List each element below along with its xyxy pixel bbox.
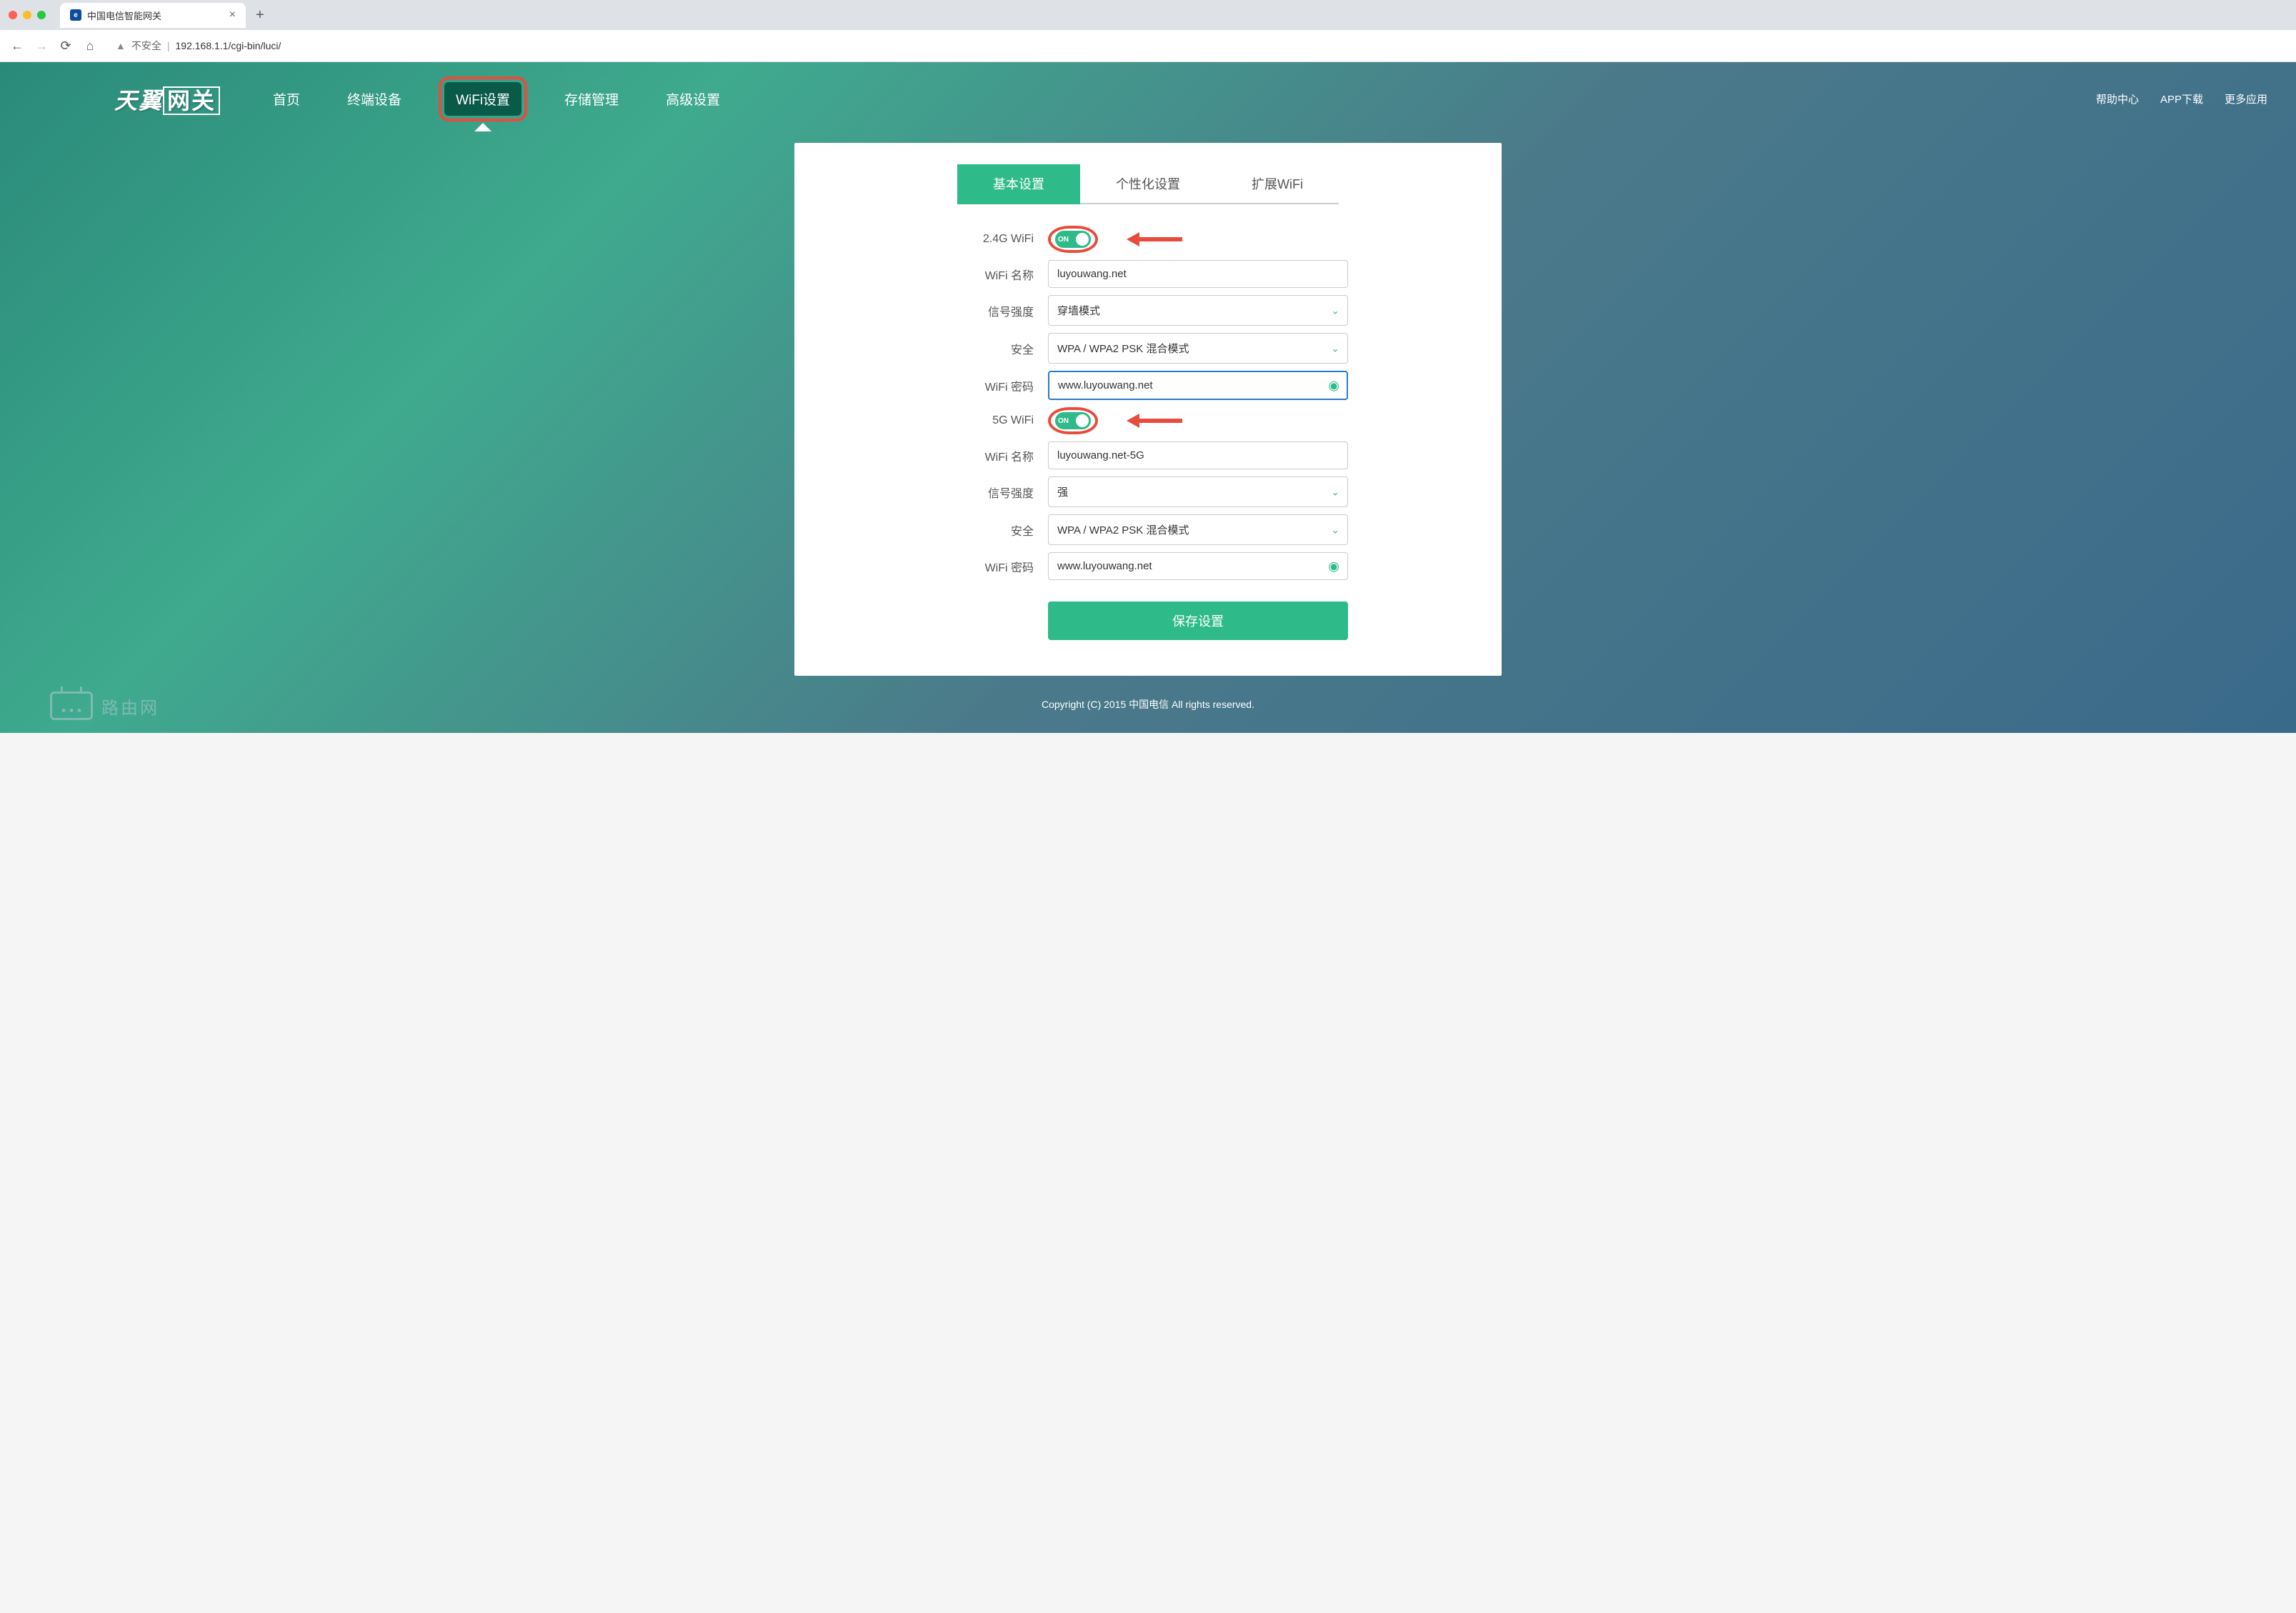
- insecure-label: 不安全: [131, 39, 161, 53]
- select-24g-signal[interactable]: 穿墙模式: [1048, 295, 1348, 326]
- label-5g: 5G WiFi: [948, 414, 1034, 427]
- annotation-arrow-24g: [1127, 232, 1182, 246]
- browser-toolbar: ← → ⟳ ⌂ ▲ 不安全 | 192.168.1.1/cgi-bin/luci…: [0, 30, 2296, 61]
- address-bar[interactable]: ▲ 不安全 | 192.168.1.1/cgi-bin/luci/: [107, 34, 289, 57]
- wifi-form: 2.4G WiFi ON WiFi 名称: [823, 226, 1473, 640]
- main-nav: 首页 终端设备 WiFi设置 存储管理 高级设置: [263, 76, 730, 121]
- select-5g-signal[interactable]: 强: [1048, 476, 1348, 507]
- nav-wifi-highlight: WiFi设置: [439, 76, 527, 121]
- app-download-link[interactable]: APP下载: [2160, 91, 2203, 106]
- toggle-5g[interactable]: ON: [1055, 412, 1091, 429]
- router-icon: [50, 691, 93, 720]
- close-window-button[interactable]: [9, 11, 17, 19]
- row-24g-toggle: 2.4G WiFi ON: [948, 226, 1348, 253]
- watermark-text: 路由网: [101, 694, 159, 719]
- row-5g-toggle: 5G WiFi ON: [948, 407, 1348, 434]
- toggle-24g[interactable]: ON: [1055, 231, 1091, 248]
- back-button[interactable]: ←: [10, 39, 24, 54]
- favicon-icon: e: [70, 9, 81, 21]
- sub-tabs: 基本设置 个性化设置 扩展WiFi: [823, 164, 1473, 204]
- insecure-icon: ▲: [116, 40, 126, 51]
- url-text: 192.168.1.1/cgi-bin/luci/: [176, 40, 281, 51]
- forward-button[interactable]: →: [34, 39, 49, 54]
- nav-wifi[interactable]: WiFi设置: [444, 82, 521, 116]
- tab-extend[interactable]: 扩展WiFi: [1216, 164, 1339, 204]
- tab-basic[interactable]: 基本设置: [957, 164, 1080, 204]
- tab-bar: e 中国电信智能网关 × +: [0, 0, 2296, 30]
- toggle-knob-icon: [1076, 414, 1089, 427]
- tab-personalize[interactable]: 个性化设置: [1080, 164, 1216, 204]
- watermark: 路由网: [50, 691, 159, 720]
- row-5g-password: WiFi 密码 ◉: [948, 552, 1348, 580]
- save-button[interactable]: 保存设置: [1048, 601, 1348, 640]
- row-24g-name: WiFi 名称: [948, 260, 1348, 288]
- home-button[interactable]: ⌂: [83, 39, 97, 54]
- nav-devices[interactable]: 终端设备: [337, 82, 411, 116]
- help-link[interactable]: 帮助中心: [2096, 91, 2139, 106]
- minimize-window-button[interactable]: [23, 11, 31, 19]
- nav-storage[interactable]: 存储管理: [554, 82, 629, 116]
- row-24g-signal: 信号强度 穿墙模式 ⌄: [948, 295, 1348, 326]
- right-nav: 帮助中心 APP下载 更多应用: [2096, 91, 2267, 106]
- tab-title: 中国电信智能网关: [87, 9, 224, 22]
- annotation-arrow-5g: [1127, 414, 1182, 428]
- row-5g-security: 安全 WPA / WPA2 PSK 混合模式 ⌄: [948, 514, 1348, 545]
- new-tab-button[interactable]: +: [256, 7, 264, 24]
- input-24g-name[interactable]: [1048, 260, 1348, 288]
- content-panel: 基本设置 个性化设置 扩展WiFi 2.4G WiFi ON: [794, 143, 1502, 676]
- select-24g-security[interactable]: WPA / WPA2 PSK 混合模式: [1048, 333, 1348, 364]
- reload-button[interactable]: ⟳: [59, 39, 73, 54]
- browser-tab[interactable]: e 中国电信智能网关 ×: [60, 3, 246, 28]
- logo: 天翼网关: [114, 83, 220, 116]
- input-24g-password[interactable]: [1048, 371, 1348, 400]
- close-tab-button[interactable]: ×: [229, 9, 236, 21]
- eye-icon[interactable]: ◉: [1328, 559, 1339, 574]
- more-apps-link[interactable]: 更多应用: [2225, 91, 2267, 106]
- row-24g-security: 安全 WPA / WPA2 PSK 混合模式 ⌄: [948, 333, 1348, 364]
- maximize-window-button[interactable]: [37, 11, 46, 19]
- annotation-circle-5g: ON: [1048, 407, 1098, 434]
- input-5g-name[interactable]: [1048, 441, 1348, 469]
- input-5g-password[interactable]: [1048, 552, 1348, 580]
- nav-home[interactable]: 首页: [263, 82, 310, 116]
- select-5g-security[interactable]: WPA / WPA2 PSK 混合模式: [1048, 514, 1348, 545]
- browser-chrome: e 中国电信智能网关 × + ← → ⟳ ⌂ ▲ 不安全 | 192.168.1…: [0, 0, 2296, 62]
- eye-icon[interactable]: ◉: [1328, 378, 1339, 393]
- row-24g-password: WiFi 密码 ◉: [948, 371, 1348, 400]
- header: 天翼网关 首页 终端设备 WiFi设置 存储管理 高级设置 帮助中心 APP下载…: [0, 62, 2296, 143]
- nav-advanced[interactable]: 高级设置: [656, 82, 730, 116]
- row-5g-signal: 信号强度 强 ⌄: [948, 476, 1348, 507]
- label-24g: 2.4G WiFi: [948, 233, 1034, 246]
- row-5g-name: WiFi 名称: [948, 441, 1348, 469]
- window-controls: [9, 11, 46, 19]
- footer-copyright: Copyright (C) 2015 中国电信 All rights reser…: [0, 676, 2296, 733]
- toggle-knob-icon: [1076, 233, 1089, 246]
- annotation-circle-24g: ON: [1048, 226, 1098, 253]
- page-body: 天翼网关 首页 终端设备 WiFi设置 存储管理 高级设置 帮助中心 APP下载…: [0, 62, 2296, 733]
